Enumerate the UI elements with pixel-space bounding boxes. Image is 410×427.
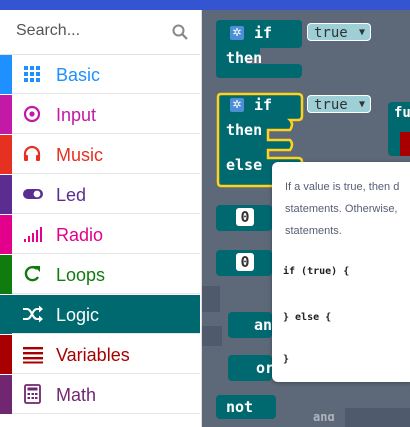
category-loops[interactable]: Loops	[0, 255, 200, 294]
category-label: Led	[56, 185, 87, 205]
tooltip-line: If a value is true, then d	[285, 181, 400, 193]
category-label: Input	[56, 105, 97, 125]
toolbox: Basic Input Music Led	[0, 10, 202, 427]
category-variables[interactable]: Variables	[0, 335, 200, 374]
background-block	[202, 286, 220, 312]
or-block[interactable]: or	[228, 355, 274, 381]
not-block[interactable]: not	[216, 395, 276, 419]
number-field[interactable]: 0	[236, 208, 254, 226]
then-keyword: then	[226, 49, 263, 67]
category-color-stripe	[0, 55, 12, 94]
list-lines-icon	[23, 347, 43, 364]
category-logic[interactable]: Logic	[0, 295, 200, 334]
category-basic[interactable]: Basic	[0, 55, 200, 94]
dropdown-value: true	[314, 25, 348, 41]
if-keyword: if	[254, 96, 273, 114]
category-color-stripe	[0, 95, 12, 134]
not-keyword: not	[226, 398, 254, 416]
category-color-stripe	[0, 175, 12, 214]
category-label: Logic	[56, 305, 100, 325]
block-tooltip: If a value is true, then d statements. O…	[272, 162, 410, 382]
category-music[interactable]: Music	[0, 135, 200, 174]
loop-arrow-icon	[24, 266, 40, 282]
then-keyword: then	[226, 121, 263, 139]
category-color-stripe	[0, 135, 12, 174]
signal-bars-icon	[24, 227, 42, 242]
calculator-icon	[24, 384, 41, 404]
search-input[interactable]	[10, 20, 172, 42]
shuffle-icon	[23, 305, 43, 323]
category-color-stripe	[0, 335, 12, 374]
compare-block-1[interactable]: 0	[216, 205, 272, 231]
true-dropdown[interactable]: true ▼	[307, 23, 371, 41]
toggle-icon	[23, 189, 43, 199]
tooltip-description: If a value is true, then d statements. O…	[285, 176, 410, 242]
number-field[interactable]: 0	[236, 253, 254, 271]
tooltip-line: statements. Otherwise,	[285, 203, 398, 215]
category-label: Radio	[56, 225, 104, 245]
grid-icon	[24, 66, 40, 82]
category-color-stripe	[0, 375, 12, 414]
background-block	[202, 326, 222, 346]
category-label: Variables	[56, 345, 130, 365]
and-block-faded: and	[305, 414, 365, 427]
tooltip-code-line: } else {	[283, 312, 332, 323]
search-icon[interactable]	[172, 24, 188, 40]
category-label: Loops	[56, 265, 106, 285]
and-keyword: an	[254, 316, 273, 334]
category-label: Basic	[56, 65, 101, 85]
partial-block-inner	[400, 132, 410, 156]
target-icon	[23, 105, 41, 123]
compare-block-2[interactable]: 0	[216, 250, 272, 276]
category-input[interactable]: Input	[0, 95, 200, 134]
search-box	[0, 10, 200, 55]
true-dropdown[interactable]: true ▼	[307, 95, 371, 113]
category-radio[interactable]: Radio	[0, 215, 200, 254]
category-math[interactable]: Math	[0, 375, 200, 414]
chevron-down-icon: ▼	[358, 27, 365, 38]
category-label: Math	[56, 385, 97, 405]
chevron-down-icon: ▼	[358, 99, 365, 110]
dropdown-value: true	[314, 97, 348, 113]
partial-block-label: fu	[394, 105, 410, 121]
top-bar	[0, 0, 410, 10]
headphones-icon	[23, 145, 41, 161]
category-led[interactable]: Led	[0, 175, 200, 214]
category-color-stripe	[0, 295, 12, 334]
if-keyword: if	[254, 24, 273, 42]
category-color-stripe	[0, 255, 12, 294]
category-label: Music	[56, 145, 104, 165]
and-block[interactable]: an	[228, 312, 272, 338]
category-color-stripe	[0, 215, 12, 254]
tooltip-line: statements.	[285, 225, 342, 237]
partial-function-block[interactable]: fu	[388, 102, 410, 156]
tooltip-code-line: }	[283, 354, 290, 365]
tooltip-code-line: if (true) {	[283, 266, 350, 277]
gear-icon[interactable]: ✲	[230, 26, 244, 40]
else-keyword: else	[226, 156, 263, 174]
gear-icon[interactable]: ✲	[230, 98, 244, 112]
and-keyword: and	[313, 414, 335, 424]
